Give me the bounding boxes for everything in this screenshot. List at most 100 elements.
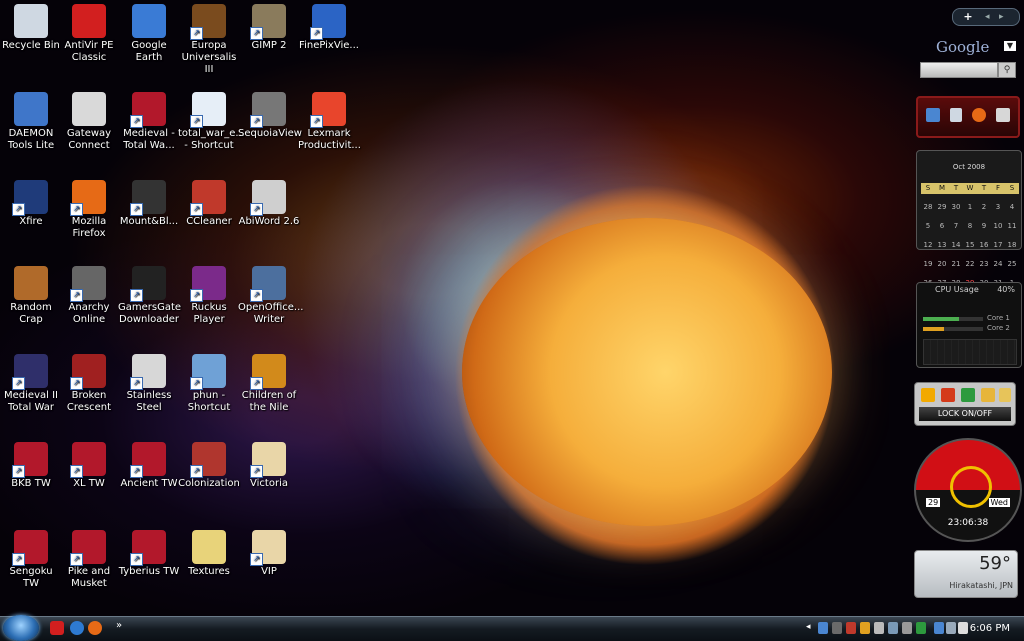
tray-app7-icon[interactable] bbox=[916, 622, 926, 634]
desktop[interactable]: Recycle Bin AntiVir PE Classic Google Eart… bbox=[0, 0, 1024, 616]
desktop-icon[interactable]: ↗ Children of the Nile bbox=[238, 354, 300, 414]
google-search-input[interactable] bbox=[920, 62, 998, 78]
calendar-day[interactable]: 1 bbox=[963, 202, 977, 213]
desktop-icon[interactable]: DAEMON Tools Lite bbox=[0, 92, 62, 152]
lock-toggle-button[interactable]: LOCK ON/OFF bbox=[919, 407, 1011, 421]
tray-volume-icon[interactable] bbox=[958, 622, 968, 634]
lock-settings-icon[interactable] bbox=[961, 388, 975, 402]
desktop-icon[interactable]: ↗ Stainless Steel bbox=[118, 354, 180, 414]
calendar-day[interactable]: 6 bbox=[935, 221, 949, 232]
calendar-day[interactable]: 19 bbox=[921, 259, 935, 270]
calendar-day[interactable]: 9 bbox=[977, 221, 991, 232]
recycle-bin-icon[interactable] bbox=[950, 108, 962, 122]
next-page-icon[interactable]: ▸ bbox=[999, 9, 1004, 25]
google-search-button[interactable]: ⚲ bbox=[998, 62, 1016, 78]
calendar-day[interactable]: 20 bbox=[935, 259, 949, 270]
calendar-day[interactable]: 25 bbox=[1005, 259, 1019, 270]
calendar-day[interactable]: 11 bbox=[1005, 221, 1019, 232]
calendar-day[interactable]: 29 bbox=[935, 202, 949, 213]
desktop-icon[interactable]: AntiVir PE Classic bbox=[58, 4, 120, 64]
tray-network-icon[interactable] bbox=[818, 622, 828, 634]
calendar-day[interactable]: 4 bbox=[1005, 202, 1019, 213]
calendar-day[interactable]: 13 bbox=[935, 240, 949, 251]
taskbar-clock[interactable]: 6:06 PM bbox=[970, 623, 1010, 634]
desktop-icon[interactable]: ↗ Lexmark Productivit... bbox=[298, 92, 361, 152]
calendar-day[interactable]: 8 bbox=[963, 221, 977, 232]
desktop-icon[interactable]: ↗ GamersGate Downloader bbox=[118, 266, 181, 326]
calendar-day[interactable]: 18 bbox=[1005, 240, 1019, 251]
desktop-icon[interactable]: ↗ Medieval - Total Wa... bbox=[118, 92, 180, 152]
desktop-icon[interactable]: ↗ Xfire bbox=[0, 180, 62, 228]
desktop-icon[interactable]: ↗ CCleaner bbox=[178, 180, 240, 228]
desktop-icon[interactable]: ↗ FinePixVie... bbox=[298, 4, 360, 52]
calendar-day[interactable]: 28 bbox=[921, 202, 935, 213]
firefox-icon[interactable] bbox=[972, 108, 986, 122]
desktop-icon[interactable]: ↗ BKB TW bbox=[0, 442, 62, 490]
add-gadget-button[interactable]: + bbox=[961, 9, 975, 25]
calendar-day[interactable]: 14 bbox=[949, 240, 963, 251]
desktop-icon[interactable]: ↗ SequoiaView bbox=[238, 92, 302, 140]
tray-app4-icon[interactable] bbox=[874, 622, 884, 634]
weather-gadget[interactable]: 59° Hirakatashi, JPN bbox=[914, 550, 1018, 598]
desktop-icon[interactable]: ↗ Broken Crescent bbox=[58, 354, 120, 414]
calendar-day[interactable]: 3 bbox=[991, 202, 1005, 213]
desktop-icon[interactable]: ↗ total_war_e... - Shortcut bbox=[178, 92, 245, 152]
desktop-icon[interactable]: ↗ Tyberius TW bbox=[118, 530, 180, 578]
desktop-icon[interactable]: ↗ Pike and Musket bbox=[58, 530, 120, 590]
desktop-icon[interactable]: ↗ XL TW bbox=[58, 442, 120, 490]
calendar-day[interactable]: 30 bbox=[949, 202, 963, 213]
desktop-icon[interactable]: ↗ Anarchy Online bbox=[58, 266, 120, 326]
tray-expand-icon[interactable]: ◂ bbox=[806, 622, 811, 632]
desktop-icon[interactable]: ↗ Mozilla Firefox bbox=[58, 180, 120, 240]
calendar-day[interactable]: 16 bbox=[977, 240, 991, 251]
computer-icon[interactable] bbox=[926, 108, 940, 122]
tray-app3-icon[interactable] bbox=[860, 622, 870, 634]
desktop-icon[interactable]: Gateway Connect bbox=[58, 92, 120, 152]
lock-power-icon[interactable] bbox=[921, 388, 935, 402]
calendar-day[interactable]: 23 bbox=[977, 259, 991, 270]
calendar-day[interactable]: 17 bbox=[991, 240, 1005, 251]
desktop-icon[interactable]: ↗ OpenOffice... Writer bbox=[238, 266, 303, 326]
tray-app1-icon[interactable] bbox=[832, 622, 842, 634]
desktop-icon[interactable]: ↗ GIMP 2 bbox=[238, 4, 300, 52]
calendar-day[interactable]: 5 bbox=[921, 221, 935, 232]
start-button[interactable] bbox=[3, 615, 39, 641]
desktop-icon[interactable]: ↗ Colonization bbox=[178, 442, 240, 490]
quicklaunch-overflow-icon[interactable]: » bbox=[116, 620, 122, 631]
desktop-icon[interactable]: ↗ Ancient TW bbox=[118, 442, 180, 490]
calendar-day[interactable]: 21 bbox=[949, 259, 963, 270]
quicklaunch-firefox-icon[interactable] bbox=[88, 621, 102, 635]
desktop-icon[interactable]: Google Earth bbox=[118, 4, 180, 64]
desktop-icon[interactable]: ↗ VIP bbox=[238, 530, 300, 578]
calendar-day[interactable]: 15 bbox=[963, 240, 977, 251]
calendar-day[interactable]: 2 bbox=[977, 202, 991, 213]
tray-app6-icon[interactable] bbox=[902, 622, 912, 634]
desktop-icon[interactable]: Textures bbox=[178, 530, 240, 578]
desktop-icon[interactable]: Recycle Bin bbox=[0, 4, 62, 52]
calendar-day[interactable]: 12 bbox=[921, 240, 935, 251]
prev-page-icon[interactable]: ◂ bbox=[985, 9, 990, 25]
lock-restart-icon[interactable] bbox=[941, 388, 955, 402]
calendar-day[interactable]: 10 bbox=[991, 221, 1005, 232]
lock-key-icon[interactable] bbox=[981, 388, 995, 402]
calendar-day[interactable]: 7 bbox=[949, 221, 963, 232]
desktop-icon[interactable]: ↗ AbiWord 2.6 bbox=[238, 180, 300, 228]
desktop-icon[interactable]: ↗ Medieval II Total War bbox=[0, 354, 62, 414]
lock-user-icon[interactable] bbox=[999, 388, 1011, 402]
desktop-icon[interactable]: ↗ Europa Universalis III bbox=[178, 4, 240, 76]
abiword-icon[interactable] bbox=[996, 108, 1010, 122]
desktop-icon[interactable]: ↗ phun - Shortcut bbox=[178, 354, 240, 414]
desktop-icon[interactable]: ↗ Mount&Bl... bbox=[118, 180, 180, 228]
quicklaunch-ie-icon[interactable] bbox=[70, 621, 84, 635]
quicklaunch-antivir-icon[interactable] bbox=[50, 621, 64, 635]
tray-network2-icon[interactable] bbox=[934, 622, 944, 634]
desktop-icon[interactable]: ↗ Victoria bbox=[238, 442, 300, 490]
tray-monitor-icon[interactable] bbox=[946, 622, 956, 634]
desktop-icon[interactable]: ↗ Sengoku TW bbox=[0, 530, 62, 590]
tray-app5-icon[interactable] bbox=[888, 622, 898, 634]
desktop-icon[interactable]: ↗ Ruckus Player bbox=[178, 266, 240, 326]
calendar-day[interactable]: 22 bbox=[963, 259, 977, 270]
tray-app2-icon[interactable] bbox=[846, 622, 856, 634]
calendar-day[interactable]: 24 bbox=[991, 259, 1005, 270]
google-options-icon[interactable]: ▼ bbox=[1004, 41, 1016, 51]
